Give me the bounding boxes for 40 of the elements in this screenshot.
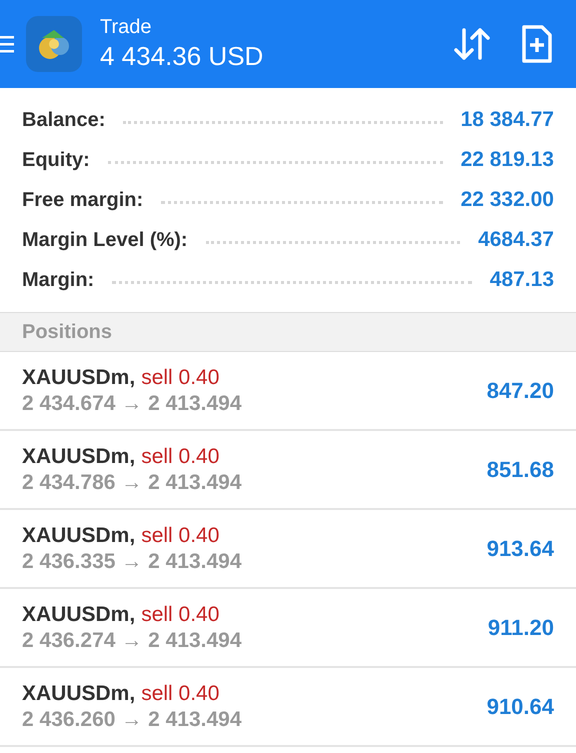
section-title: Positions (22, 320, 112, 344)
position-profit: 851.68 (486, 456, 554, 482)
position-prices: 2 434.674 → 2 413.494 (22, 392, 243, 416)
position-prices: 2 436.274 → 2 413.494 (22, 628, 243, 652)
summary-label: Margin: (22, 268, 94, 292)
position-type: sell 0.40 (141, 682, 220, 706)
position-profit: 847.20 (486, 378, 554, 404)
menu-icon[interactable] (0, 34, 16, 54)
summary-label: Equity: (22, 148, 90, 172)
summary-label: Balance: (22, 108, 106, 132)
position-profit: 911.20 (488, 614, 554, 640)
position-type: sell 0.40 (141, 444, 220, 468)
position-symbol: XAUUSDm, (22, 524, 136, 548)
summary-label: Margin Level (%): (22, 228, 188, 252)
position-row[interactable]: XAUUSDm, sell 0.40 2 436.274 → 2 413.494 911.20 (0, 589, 576, 668)
position-symbol: XAUUSDm, (22, 602, 136, 626)
position-row[interactable]: XAUUSDm, sell 0.40 2 434.786 → 2 413.494 851.68 (0, 431, 576, 510)
position-symbol: XAUUSDm, (22, 444, 136, 468)
position-prices: 2 434.786 → 2 413.494 (22, 470, 243, 494)
position-type: sell 0.40 (141, 524, 220, 548)
summary-value: 487.13 (490, 268, 554, 292)
position-row[interactable]: XAUUSDm, sell 0.40 2 436.260 → 2 413.494 910.64 (0, 668, 576, 747)
position-type: sell 0.40 (141, 366, 220, 390)
summary-value: 22 332.00 (460, 188, 554, 212)
position-symbol: XAUUSDm, (22, 682, 136, 706)
position-symbol: XAUUSDm, (22, 366, 136, 390)
position-prices: 2 436.260 → 2 413.494 (22, 708, 243, 732)
position-profit: 913.64 (486, 536, 554, 562)
account-balance: 4 434.36 USD (100, 41, 264, 72)
summary-value: 18 384.77 (460, 108, 554, 132)
summary-value: 4684.37 (478, 228, 554, 252)
position-row[interactable]: XAUUSDm, sell 0.40 2 434.674 → 2 413.494 847.20 (0, 352, 576, 431)
screen-title: Trade (100, 16, 153, 39)
position-type: sell 0.40 (141, 602, 220, 626)
position-profit: 910.64 (486, 694, 554, 720)
position-row[interactable]: XAUUSDm, sell 0.40 2 436.335 → 2 413.494 913.64 (0, 510, 576, 589)
position-prices: 2 436.335 → 2 413.494 (22, 550, 243, 574)
app-logo-icon (26, 16, 82, 72)
summary-value: 22 819.13 (460, 148, 554, 172)
summary-label: Free margin: (22, 188, 144, 212)
